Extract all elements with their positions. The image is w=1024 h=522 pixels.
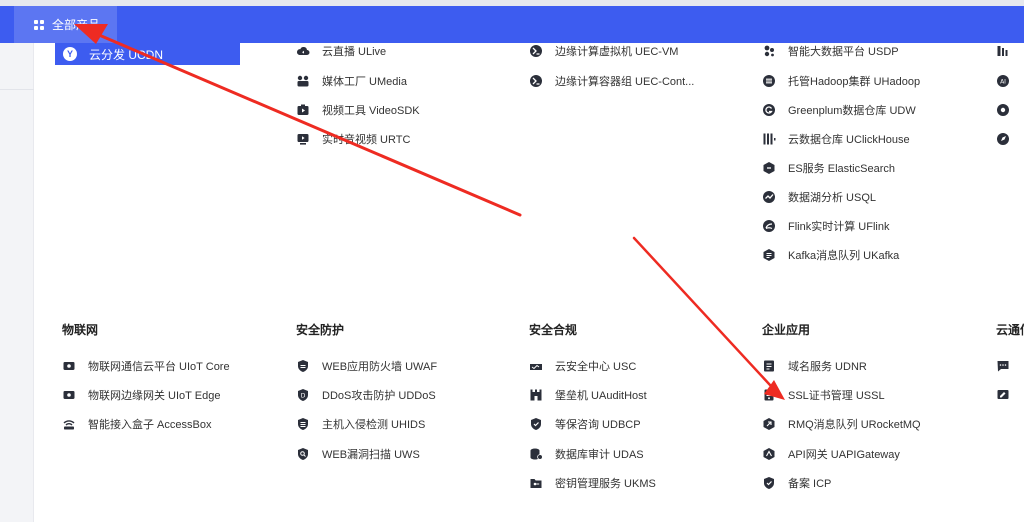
product-item-usc[interactable]: 云安全中心 USC <box>529 357 636 375</box>
product-item-usql[interactable]: 数据湖分析 USQL <box>762 188 876 206</box>
product-item-uiot-edge[interactable]: 物联网边缘网关 UIoT Edge <box>62 386 220 404</box>
product-item-urtc[interactable]: 实时音视频 URTC <box>296 130 410 148</box>
chart-bars-icon <box>996 44 1010 58</box>
product-item-ulive[interactable]: 云直播 ULive <box>296 42 386 60</box>
annotation-arrow-ssl <box>632 236 772 387</box>
all-products-button[interactable]: 全部产品 <box>14 6 117 43</box>
hadoop-icon <box>762 74 776 88</box>
product-item-partial-2[interactable]: AI <box>996 72 1022 90</box>
product-item-uwaf[interactable]: WEB应用防火墙 UWAF <box>296 357 437 375</box>
ai-icon: AI <box>996 74 1010 88</box>
section-title-iot: 物联网 <box>62 323 99 337</box>
product-item-videosdk[interactable]: 视频工具 VideoSDK <box>296 101 420 119</box>
message-edit-icon <box>996 388 1010 402</box>
greenplum-icon <box>762 103 776 117</box>
product-item-partial-comm-1[interactable] <box>996 357 1022 375</box>
bigdata-icon <box>762 44 776 58</box>
bastion-icon <box>529 388 543 402</box>
product-item-uaudithost[interactable]: 堡垒机 UAuditHost <box>529 386 647 404</box>
cdn-icon: Y <box>63 47 77 61</box>
product-item-udnr[interactable]: 域名服务 UDNR <box>762 357 867 375</box>
product-item-uclickhouse[interactable]: 云数据仓库 UClickHouse <box>762 130 910 148</box>
svg-text:D: D <box>301 393 306 400</box>
api-gateway-icon <box>762 447 776 461</box>
kafka-icon <box>762 248 776 262</box>
product-item-partial-3[interactable] <box>996 101 1022 119</box>
product-item-uws[interactable]: WEB漏洞扫描 UWS <box>296 445 420 463</box>
section-title-security: 安全防护 <box>296 323 345 337</box>
product-item-udbcp[interactable]: 等保咨询 UDBCP <box>529 415 641 433</box>
product-item-accessbox[interactable]: 智能接入盒子 AccessBox <box>62 415 211 433</box>
product-item-usdp[interactable]: 智能大数据平台 USDP <box>762 42 899 60</box>
router-icon <box>62 417 76 431</box>
left-category-rail <box>0 43 34 522</box>
edge-icon <box>529 44 543 58</box>
product-item-uflink[interactable]: Flink实时计算 UFlink <box>762 217 889 235</box>
section-title-compliance: 安全合规 <box>529 323 578 337</box>
host-shield-icon <box>296 417 310 431</box>
compass-icon <box>996 132 1010 146</box>
product-item-uapigateway[interactable]: API网关 UAPIGateway <box>762 445 900 463</box>
icp-shield-icon <box>762 476 776 490</box>
all-products-label: 全部产品 <box>52 18 101 32</box>
active-tab-label: 云分发 UCDN <box>89 47 163 62</box>
security-center-icon <box>529 359 543 373</box>
section-title-cloud-comm: 云通信 <box>996 323 1024 337</box>
product-item-urocketmq[interactable]: RMQ消息队列 URocketMQ <box>762 415 921 433</box>
section-title-enterprise: 企业应用 <box>762 323 811 337</box>
iot-edge-icon <box>62 388 76 402</box>
product-item-partial-1[interactable] <box>996 42 1022 60</box>
product-item-partial-4[interactable] <box>996 130 1022 148</box>
iot-core-icon <box>62 359 76 373</box>
svg-text:AI: AI <box>1000 79 1006 86</box>
video-tool-icon <box>296 103 310 117</box>
product-item-partial-comm-2[interactable] <box>996 386 1022 404</box>
top-nav-bar <box>0 6 1024 43</box>
domain-icon <box>762 359 776 373</box>
flink-icon <box>762 219 776 233</box>
media-icon <box>296 74 310 88</box>
product-item-uec-container[interactable]: 边缘计算容器组 UEC-Cont... <box>529 72 694 90</box>
product-item-uec-vm[interactable]: 边缘计算虚拟机 UEC-VM <box>529 42 678 60</box>
product-item-icp[interactable]: 备案 ICP <box>762 474 831 492</box>
product-item-udw[interactable]: Greenplum数据仓库 UDW <box>762 101 916 119</box>
product-item-uiot-core[interactable]: 物联网通信云平台 UIoT Core <box>62 357 230 375</box>
product-item-ussl[interactable]: SSL证书管理 USSL <box>762 386 885 404</box>
cloud-icon <box>296 44 310 58</box>
certificate-icon <box>762 388 776 402</box>
clickhouse-icon <box>762 132 776 146</box>
scan-shield-icon <box>296 447 310 461</box>
active-category-tab[interactable]: Y 云分发 UCDN <box>55 43 240 65</box>
edge-container-icon <box>529 74 543 88</box>
ddos-shield-icon: D <box>296 388 310 402</box>
product-item-umedia[interactable]: 媒体工厂 UMedia <box>296 72 407 90</box>
chat-icon <box>996 359 1010 373</box>
key-folder-icon <box>529 476 543 490</box>
product-item-uddos[interactable]: D DDoS攻击防护 UDDoS <box>296 386 436 404</box>
product-item-uhids[interactable]: 主机入侵检测 UHIDS <box>296 415 425 433</box>
globe-icon <box>996 103 1010 117</box>
elastic-icon <box>762 161 776 175</box>
database-audit-icon <box>529 447 543 461</box>
rtc-icon <box>296 132 310 146</box>
product-item-ukafka[interactable]: Kafka消息队列 UKafka <box>762 246 899 264</box>
product-item-ukms[interactable]: 密钥管理服务 UKMS <box>529 474 656 492</box>
product-item-udas[interactable]: 数据库审计 UDAS <box>529 445 644 463</box>
datalake-icon <box>762 190 776 204</box>
product-item-elasticsearch[interactable]: ES服务 ElasticSearch <box>762 159 895 177</box>
shield-icon <box>296 359 310 373</box>
grid-icon <box>34 19 44 30</box>
product-item-uhadoop[interactable]: 托管Hadoop集群 UHadoop <box>762 72 920 90</box>
consult-icon <box>529 417 543 431</box>
rocketmq-icon <box>762 417 776 431</box>
